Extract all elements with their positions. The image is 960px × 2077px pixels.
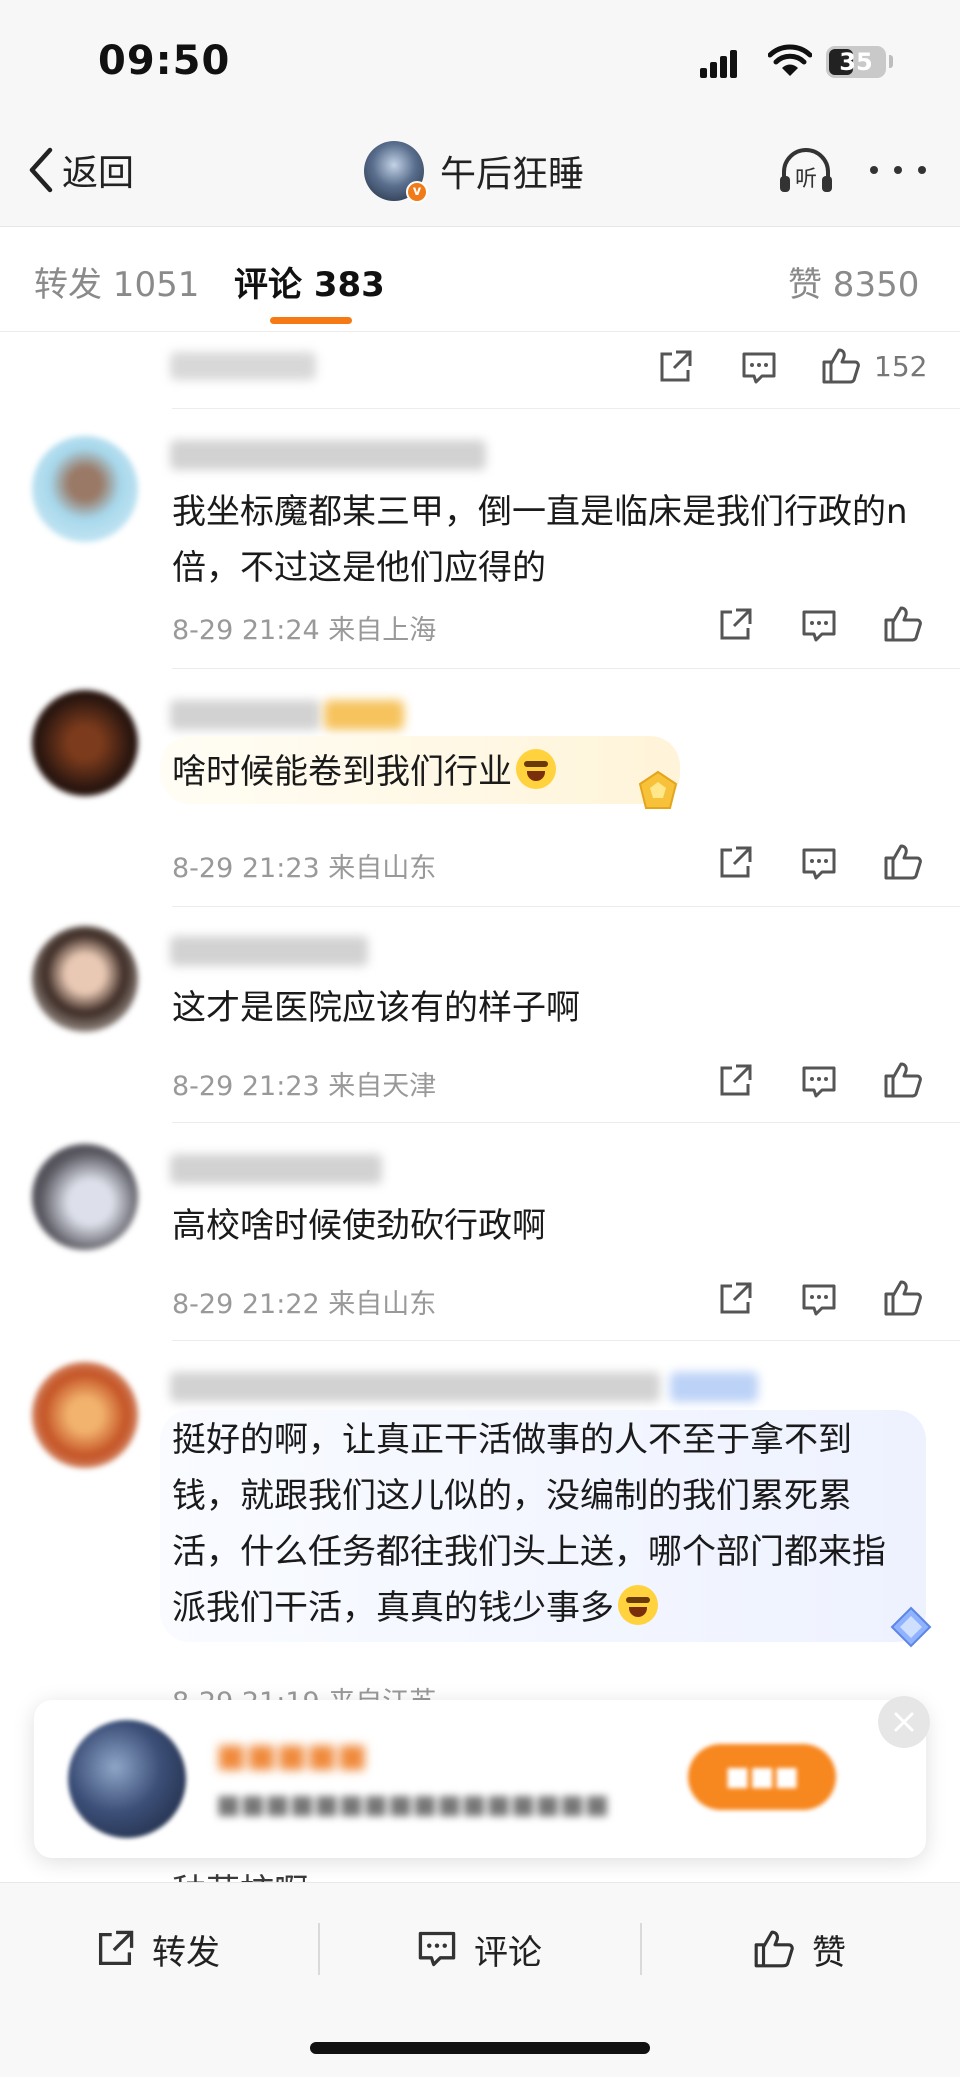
share-icon[interactable] xyxy=(716,1280,754,1318)
avatar[interactable] xyxy=(32,1362,138,1468)
laugh-cry-emoji-icon xyxy=(618,1585,658,1625)
like-icon[interactable] xyxy=(882,1060,924,1100)
like-icon[interactable] xyxy=(820,346,862,386)
share-icon[interactable] xyxy=(716,606,754,644)
like-count: 152 xyxy=(874,350,928,383)
laugh-cry-emoji-icon xyxy=(516,749,556,789)
comment-text: 我坐标魔都某三甲，倒一直是临床是我们行政的n倍，不过这是他们应得的 xyxy=(172,492,908,588)
comment-text: 挺好的啊，让真正干活做事的人不至于拿不到钱，就跟我们这儿似的，没编制的我们累死累… xyxy=(172,1412,912,1636)
like-icon[interactable] xyxy=(882,842,924,882)
redacted-badge xyxy=(670,1372,758,1402)
back-button[interactable]: 返回 xyxy=(26,140,134,200)
comment-meta: 8-29 21:23 来自天津 xyxy=(172,1071,437,1102)
comment-icon[interactable] xyxy=(800,846,838,882)
comment-text-content: 啥时候能卷到我们行业 xyxy=(172,752,512,792)
tab-bar: 转发 1051 评论 383 赞 8350 xyxy=(0,226,960,332)
wifi-icon xyxy=(768,44,812,76)
redacted-popup-name: ■■■■■ xyxy=(216,1736,368,1774)
redacted-username xyxy=(170,700,320,730)
like-icon[interactable] xyxy=(882,604,924,644)
comment-icon[interactable] xyxy=(800,1282,838,1318)
divider xyxy=(172,1340,960,1341)
avatar[interactable] xyxy=(32,436,138,542)
avatar[interactable] xyxy=(32,1144,138,1250)
share-icon[interactable] xyxy=(716,844,754,882)
comment-meta: 8-29 21:22 来自山东 xyxy=(172,1289,437,1320)
divider xyxy=(640,1923,642,1975)
share-icon[interactable] xyxy=(656,348,694,386)
battery-icon: 35 xyxy=(826,46,886,78)
comment-text-content: 挺好的啊，让真正干活做事的人不至于拿不到钱，就跟我们这儿似的，没编制的我们累死累… xyxy=(172,1420,886,1628)
battery-level: 35 xyxy=(839,48,873,76)
verified-badge-icon: v xyxy=(406,181,428,203)
svg-text:听: 听 xyxy=(795,167,817,192)
repost-label: 转发 xyxy=(152,1932,220,1973)
battery-nub xyxy=(889,55,893,68)
comment-meta: 8-29 21:24 来自上海 xyxy=(172,615,437,646)
status-time: 09:50 xyxy=(98,38,231,84)
like-label: 赞 xyxy=(812,1932,846,1973)
blue-diamond-badge-icon xyxy=(890,1606,932,1648)
divider xyxy=(172,906,960,907)
like-button[interactable]: 赞 xyxy=(752,1919,846,1979)
home-indicator xyxy=(310,2042,650,2054)
share-icon[interactable] xyxy=(716,1062,754,1100)
comment-icon[interactable] xyxy=(800,1064,838,1100)
comment-icon xyxy=(418,1931,456,1967)
redacted-meta xyxy=(170,352,316,380)
gold-badge-icon xyxy=(638,770,678,809)
avatar[interactable] xyxy=(32,926,138,1032)
avatar[interactable]: v xyxy=(364,141,428,203)
comment-icon[interactable] xyxy=(740,350,778,386)
comment-text: 这才是医院应该有的样子啊 xyxy=(172,988,580,1028)
comment-text: 高校啥时候使劲砍行政啊 xyxy=(172,1206,546,1246)
more-icon[interactable] xyxy=(870,163,926,177)
back-label: 返回 xyxy=(62,153,135,194)
redacted-username xyxy=(170,1372,660,1402)
divider xyxy=(172,1122,960,1123)
page-title: 午后狂睡 xyxy=(440,154,585,195)
avatar[interactable] xyxy=(32,690,138,796)
share-icon xyxy=(98,1930,134,1966)
weibo-comments-page: 09:50 35 返回 v 午后狂睡 听 转发 1051 评论 383 赞 83… xyxy=(0,0,960,2077)
redacted-username xyxy=(170,936,368,966)
close-icon[interactable] xyxy=(878,1696,930,1748)
recommend-popup-card[interactable]: ■■■■■ ■■■■■■■■■■■■■■■■ ■■■ xyxy=(34,1700,926,1858)
redacted-username xyxy=(170,440,486,470)
avatar[interactable] xyxy=(68,1720,186,1838)
repost-button[interactable]: 转发 xyxy=(94,1919,220,1979)
divider xyxy=(172,668,960,669)
divider xyxy=(172,408,960,409)
redacted-username xyxy=(170,1154,382,1184)
comment-meta: 8-29 21:23 来自山东 xyxy=(172,853,437,884)
like-icon[interactable] xyxy=(882,1278,924,1318)
tab-likes[interactable]: 赞 8350 xyxy=(788,257,919,306)
tab-repost[interactable]: 转发 1051 xyxy=(34,257,199,306)
comment-label: 评论 xyxy=(474,1932,542,1973)
top-bar: 09:50 35 返回 v 午后狂睡 听 xyxy=(0,0,960,226)
comment-text: 啥时候能卷到我们行业 xyxy=(172,744,912,800)
redacted-popup-description: ■■■■■■■■■■■■■■■■ xyxy=(216,1790,610,1820)
listen-icon[interactable]: 听 xyxy=(776,144,836,198)
cellular-signal-icon xyxy=(700,50,740,78)
comment-button[interactable]: 评论 xyxy=(416,1919,542,1979)
comment-icon[interactable] xyxy=(800,608,838,644)
tab-indicator xyxy=(270,317,352,324)
back-chevron-icon xyxy=(29,147,53,193)
like-icon xyxy=(754,1930,794,1968)
divider xyxy=(318,1923,320,1975)
redacted-badge xyxy=(324,700,404,730)
follow-button[interactable]: ■■■ xyxy=(688,1744,836,1810)
nav-profile[interactable]: v 午后狂睡 xyxy=(364,140,585,203)
tab-comments[interactable]: 评论 383 xyxy=(234,257,385,306)
